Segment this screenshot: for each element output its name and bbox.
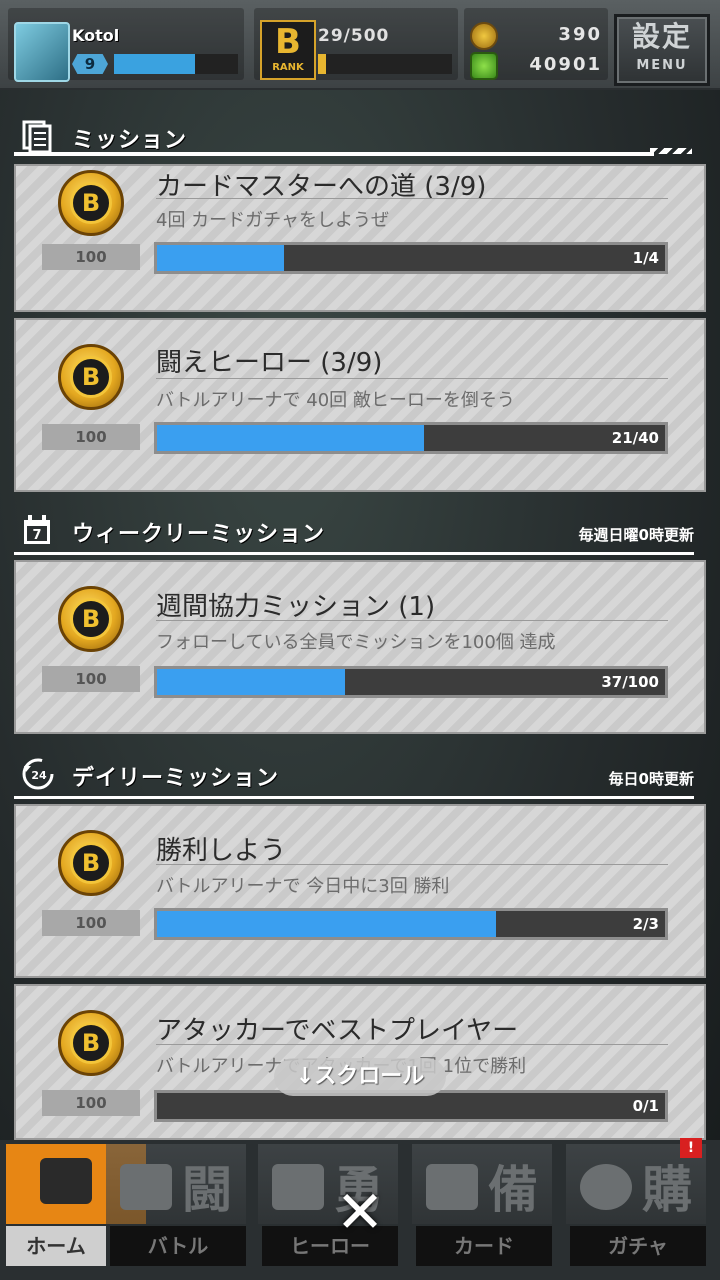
coin-reward-icon: [58, 1010, 124, 1076]
card-icon: [426, 1164, 478, 1210]
nav-card[interactable]: 備 カード: [412, 1144, 552, 1272]
section-header-daily: 24 デイリーミッション 毎日0時更新: [14, 756, 694, 799]
back-arrow-icon: [40, 1158, 92, 1204]
coin-count: 390: [558, 24, 602, 45]
nav-label: ホーム: [6, 1226, 106, 1266]
coin-reward-icon: [58, 586, 124, 652]
divider: [14, 152, 654, 156]
progress-text: 21/40: [611, 429, 659, 447]
mission-title: アタッカーでベストプレイヤー: [156, 1016, 519, 1046]
hero-icon: [272, 1164, 324, 1210]
coin-icon: [470, 22, 498, 50]
mission-card[interactable]: 100 週間協力ミッション (1) フォローしている全員でミッションを100個 …: [14, 560, 706, 734]
status-bar: Kotol 9 B RANK 29/500 390 40901 設定 MENU: [0, 0, 720, 90]
document-icon: [22, 120, 52, 152]
divider: [156, 864, 668, 865]
nav-label: バトル: [110, 1226, 246, 1266]
rank-exp: 29/500: [318, 26, 390, 46]
notification-badge: !: [680, 1138, 702, 1158]
progress-fill: [157, 425, 424, 451]
section-header-weekly: 7 ウィークリーミッション 毎週日曜0時更新: [14, 512, 694, 555]
divider-stripe: [650, 148, 692, 154]
progress-text: 1/4: [632, 249, 659, 267]
mission-progress-bar: 1/4: [154, 242, 668, 274]
section-title: デイリーミッション: [72, 766, 280, 791]
progress-text: 37/100: [601, 673, 659, 691]
mission-description: バトルアリーナで 今日中に3回 勝利: [156, 876, 450, 897]
update-note: 毎日0時更新: [608, 770, 694, 788]
reward-amount: 100: [42, 1090, 140, 1116]
reward-amount: 100: [42, 244, 140, 270]
rank-label: RANK: [272, 62, 304, 73]
nav-label: カード: [416, 1226, 552, 1266]
mission-card[interactable]: 100 カードマスターへの道 (3/9) 4回 カードガチャをしようぜ 1/4: [14, 164, 706, 312]
gacha-icon: [580, 1164, 632, 1210]
close-button[interactable]: ✕: [330, 1182, 390, 1242]
progress-text: 0/1: [632, 1097, 659, 1115]
menu-kanji: 設定: [631, 20, 692, 53]
scroll-hint: ↓スクロール: [274, 1058, 446, 1096]
nav-glyph: 備: [488, 1161, 538, 1219]
daily-reset-icon: 24: [22, 758, 54, 790]
reward-amount: 100: [42, 424, 140, 450]
gem-count: 40901: [529, 54, 602, 75]
rank-icon: B RANK: [260, 20, 316, 80]
menu-label: MENU: [636, 58, 688, 73]
coin-reward-icon: [58, 830, 124, 896]
nav-battle[interactable]: 闘 バトル: [106, 1144, 246, 1272]
progress-text: 2/3: [632, 915, 659, 933]
avatar[interactable]: [14, 22, 70, 82]
gamepad-icon: [120, 1164, 172, 1210]
mission-progress-bar: 21/40: [154, 422, 668, 454]
coin-reward-icon: [58, 344, 124, 410]
coin-reward-icon: [58, 170, 124, 236]
settings-menu-button[interactable]: 設定 MENU: [614, 14, 710, 86]
calendar-number: 7: [32, 528, 41, 543]
mission-description: バトルアリーナで 40回 敵ヒーローを倒そう: [156, 390, 515, 411]
progress-fill: [157, 245, 284, 271]
daily-number: 24: [31, 769, 47, 782]
nav-glyph: 闘: [182, 1161, 232, 1219]
progress-fill: [157, 669, 345, 695]
divider: [156, 198, 668, 199]
level-badge: 9: [72, 54, 108, 74]
mission-title: 勝利しよう: [156, 836, 287, 866]
mission-description: 4回 カードガチャをしようぜ: [156, 210, 389, 231]
divider: [156, 620, 668, 621]
reward-amount: 100: [42, 910, 140, 936]
rank-progress-bar: [318, 54, 452, 74]
divider: [156, 1044, 668, 1045]
section-title: ウィークリーミッション: [72, 522, 326, 547]
mission-title: 週間協力ミッション (1): [156, 592, 436, 622]
update-note: 毎週日曜0時更新: [578, 526, 694, 544]
mission-card[interactable]: 100 闘えヒーロー (3/9) バトルアリーナで 40回 敵ヒーローを倒そう …: [14, 318, 706, 492]
section-title: ミッション: [72, 128, 188, 153]
mission-progress-bar: 37/100: [154, 666, 668, 698]
mission-description: フォローしている全員でミッションを100個 達成: [156, 632, 556, 653]
mission-card[interactable]: 100 勝利しよう バトルアリーナで 今日中に3回 勝利 2/3: [14, 804, 706, 978]
nav-label: ガチャ: [570, 1226, 706, 1266]
gem-icon: [470, 52, 498, 80]
divider: [156, 378, 668, 379]
mission-title: 闘えヒーロー (3/9): [156, 348, 383, 378]
level-progress-bar: [114, 54, 238, 74]
calendar-icon: 7: [24, 515, 50, 544]
reward-amount: 100: [42, 666, 140, 692]
nav-gacha[interactable]: 購 ガチャ: [566, 1144, 706, 1272]
username: Kotol: [72, 26, 120, 45]
nav-glyph: 購: [642, 1161, 692, 1219]
progress-fill: [157, 911, 496, 937]
mission-progress-bar: 2/3: [154, 908, 668, 940]
